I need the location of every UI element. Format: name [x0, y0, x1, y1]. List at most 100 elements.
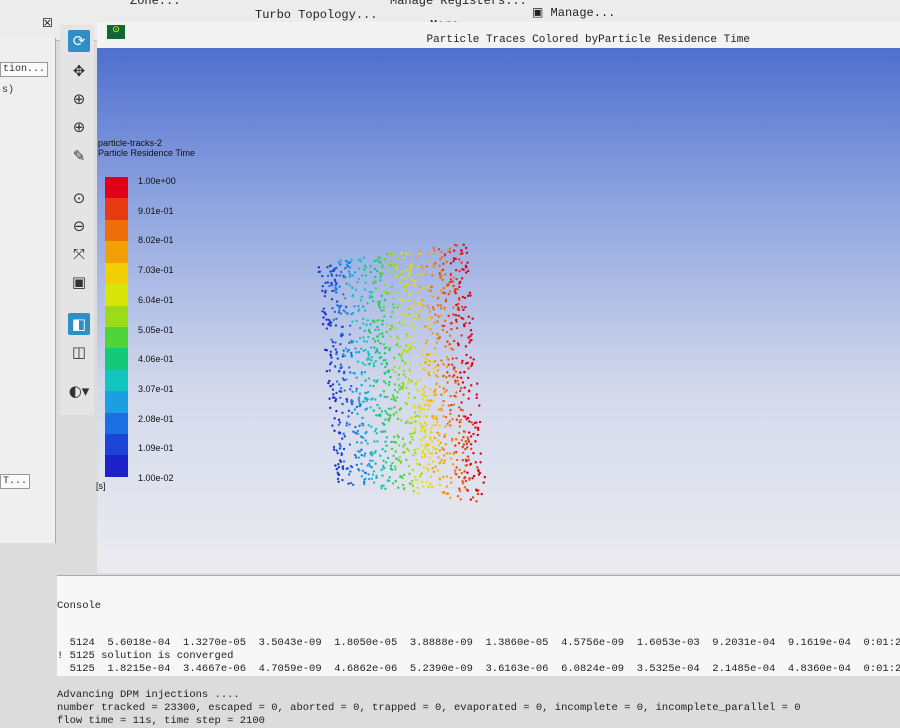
fit-icon[interactable]: ⊙ — [68, 187, 90, 209]
zoom-icon[interactable]: ⊕ — [68, 88, 90, 110]
particle-point — [369, 294, 372, 298]
panel-button-2[interactable]: T... — [0, 474, 31, 489]
particle-point — [349, 481, 353, 485]
particle-point — [402, 487, 406, 490]
particle-point — [452, 313, 455, 316]
view-options-icon[interactable]: ◐▾ — [68, 380, 90, 402]
particle-point — [476, 428, 480, 431]
colorbar-segment — [105, 177, 128, 199]
particle-point — [466, 489, 469, 492]
rotate-icon[interactable]: ⟳ — [68, 30, 90, 52]
particle-point — [382, 380, 386, 383]
particle-point — [333, 310, 337, 314]
particle-point — [459, 418, 462, 422]
particle-point — [423, 453, 427, 456]
panel-label: s) — [2, 85, 15, 96]
axes-icon[interactable]: ⤧ — [68, 243, 90, 265]
particle-point — [464, 440, 468, 443]
particle-point — [380, 362, 383, 366]
particle-point — [374, 328, 377, 332]
graphics-viewport[interactable] — [97, 48, 900, 573]
cube-outline-icon[interactable]: ◫ — [68, 341, 90, 363]
console[interactable]: Console 5124 5.6018e-04 1.3270e-05 3.504… — [57, 575, 900, 727]
particle-point — [421, 273, 425, 276]
manage-button[interactable]: ▣ Manage... — [532, 5, 615, 20]
particle-point — [471, 362, 474, 365]
particle-point — [423, 446, 427, 449]
particle-point — [344, 305, 348, 309]
particle-point — [388, 348, 391, 352]
colorbar-segment — [105, 305, 128, 327]
camera-icon[interactable]: ▣ — [68, 271, 90, 293]
particle-point — [378, 351, 381, 355]
particle-point — [428, 359, 431, 363]
particle-point — [324, 281, 327, 285]
particle-point — [418, 475, 422, 478]
particle-point — [397, 275, 400, 278]
zoom-out-icon[interactable]: ⊖ — [68, 215, 90, 237]
particle-point — [474, 426, 477, 429]
particle-point — [335, 409, 338, 413]
particle-point — [373, 346, 376, 349]
pan-icon[interactable]: ✥ — [68, 60, 90, 82]
particle-point — [381, 422, 385, 425]
colorbar-segment — [105, 241, 128, 263]
particle-point — [342, 460, 346, 463]
particle-point — [340, 332, 344, 335]
particle-point — [402, 256, 405, 260]
particle-point — [424, 318, 427, 321]
particle-point — [410, 421, 414, 424]
particle-point — [448, 374, 451, 378]
particle-point — [384, 450, 387, 453]
particle-point — [402, 445, 405, 448]
particle-point — [455, 303, 458, 307]
particle-point — [412, 304, 415, 307]
particle-point — [382, 467, 385, 470]
particle-point — [352, 371, 355, 375]
zone-button[interactable]: Zone... — [130, 0, 180, 8]
particle-point — [424, 361, 427, 364]
particle-point — [418, 249, 422, 252]
particle-point — [420, 303, 423, 306]
particle-point — [432, 367, 435, 370]
particle-point — [322, 307, 326, 310]
particle-point — [349, 384, 353, 388]
particle-point — [411, 432, 414, 435]
particle-point — [469, 413, 472, 416]
particle-point — [407, 343, 411, 346]
particle-point — [402, 288, 406, 292]
particle-point — [435, 417, 438, 421]
particle-point — [354, 288, 358, 291]
particle-point — [335, 317, 338, 320]
particle-point — [393, 383, 397, 386]
particle-point — [426, 448, 430, 451]
cube-icon[interactable]: ◧ — [68, 313, 90, 335]
particle-point — [397, 384, 401, 387]
particle-point — [357, 351, 361, 354]
particle-point — [340, 325, 343, 329]
particle-point — [418, 363, 422, 366]
manage-registers-button[interactable]: Manage Registers... — [390, 0, 527, 8]
particle-point — [448, 334, 452, 338]
particle-point — [389, 375, 392, 379]
particle-point — [428, 310, 431, 313]
console-line: ! 5125 solution is converged — [57, 650, 234, 662]
probe-icon[interactable]: ✎ — [68, 145, 90, 167]
particle-point — [443, 390, 446, 394]
particle-point — [448, 343, 451, 346]
turbo-topology-button[interactable]: Turbo Topology... — [255, 8, 377, 22]
particle-point — [443, 308, 447, 311]
particle-point — [351, 390, 354, 393]
particle-point — [355, 387, 359, 390]
close-icon[interactable]: ☒ — [42, 16, 53, 31]
console-line: 5124 5.6018e-04 1.3270e-05 3.5043e-09 1.… — [57, 637, 900, 649]
panel-button[interactable]: tion... — [0, 62, 49, 77]
particle-point — [449, 408, 452, 412]
particle-point — [338, 421, 342, 424]
particle-point — [375, 380, 378, 384]
particle-point — [369, 398, 373, 401]
particle-point — [328, 397, 331, 400]
zoom-in-icon[interactable]: ⊕ — [68, 116, 90, 138]
particle-point — [377, 339, 380, 342]
particle-point — [425, 480, 428, 484]
